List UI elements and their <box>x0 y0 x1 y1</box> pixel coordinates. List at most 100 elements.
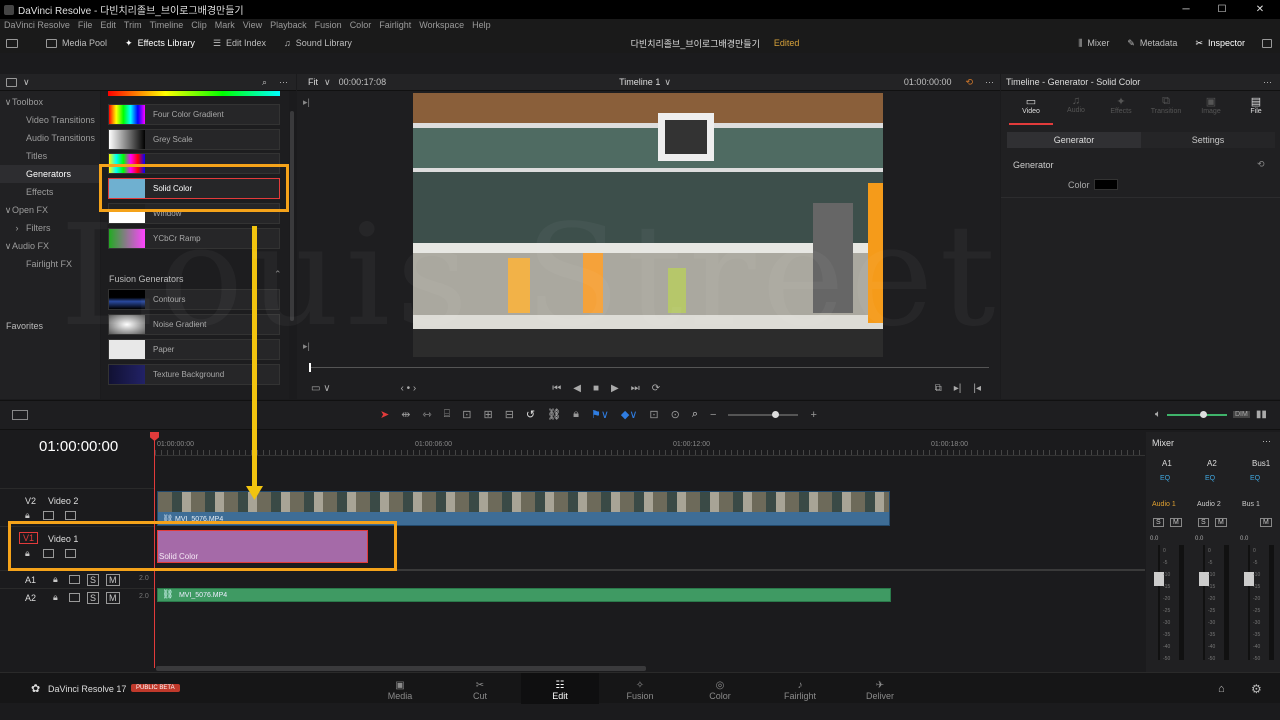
skip-forward-icon[interactable]: ⏭ <box>631 383 640 394</box>
volume-icon[interactable]: 🔈︎ <box>1155 409 1161 420</box>
loop-icon[interactable]: ⟳ <box>652 383 660 394</box>
tab-file[interactable]: ▤ File <box>1234 95 1278 125</box>
menu-fusion[interactable]: Fusion <box>315 20 342 30</box>
effects-scrollbar[interactable] <box>289 91 295 399</box>
zoom-out-icon[interactable]: − <box>710 409 716 421</box>
sidebar-item-filters[interactable]: › Filters <box>0 219 100 237</box>
solo-button[interactable]: S <box>1153 518 1164 527</box>
fader-track[interactable] <box>1158 545 1160 660</box>
solo-button[interactable]: S <box>1198 518 1209 527</box>
sidebar-item-fairlight-fx[interactable]: Fairlight FX <box>0 255 100 273</box>
menu-timeline[interactable]: Timeline <box>150 20 184 30</box>
prev-edit-icon[interactable]: |◂ <box>973 383 981 394</box>
stop-icon[interactable]: ■ <box>593 383 599 394</box>
link-icon[interactable]: ⛓ <box>547 408 561 421</box>
chevron-down-icon[interactable]: ∨ <box>23 77 30 88</box>
page-cut[interactable]: ✂ Cut <box>441 673 519 704</box>
menu-color[interactable]: Color <box>350 20 372 30</box>
more-options-icon[interactable]: ··· <box>1263 77 1272 87</box>
dim-button[interactable]: DIM <box>1233 411 1250 418</box>
marker-icon[interactable]: ◆∨ <box>621 408 638 421</box>
home-icon[interactable]: ⌂ <box>1218 683 1225 695</box>
mixer-button[interactable]: ⫼ Mixer <box>1069 33 1118 53</box>
fader-track[interactable] <box>1203 545 1205 660</box>
eq-button[interactable]: EQ <box>1250 475 1260 482</box>
timeline-view-icon[interactable] <box>12 410 28 420</box>
flag-icon[interactable]: ⚑∨ <box>591 408 609 421</box>
menu-view[interactable]: View <box>243 20 262 30</box>
audio-clip-a2[interactable]: ⛓ MVI_5076.MP4 <box>157 588 891 602</box>
menu-file[interactable]: File <box>78 20 93 30</box>
eq-button[interactable]: EQ <box>1160 475 1170 482</box>
generator-grey-scale[interactable]: Grey Scale <box>108 129 280 150</box>
page-deliver[interactable]: ✈ Deliver <box>841 673 919 704</box>
reset-icon[interactable]: ⟲ <box>1257 159 1265 170</box>
solo-button[interactable]: S <box>87 574 100 586</box>
more-options-icon[interactable]: ··· <box>1262 436 1271 446</box>
tab-audio[interactable]: ♫ Audio <box>1054 95 1098 125</box>
snapping-icon[interactable]: ↺ <box>526 408 535 421</box>
zoom-fit[interactable]: Fit <box>308 77 318 87</box>
fader-track[interactable] <box>1248 545 1250 660</box>
menu-playback[interactable]: Playback <box>270 20 307 30</box>
skip-back-icon[interactable]: ⏮ <box>552 383 561 394</box>
tab-transition[interactable]: ⧉ Transition <box>1144 95 1188 125</box>
dynamic-trim-icon[interactable]: ⇿ <box>422 408 431 421</box>
replace-icon[interactable]: ⊟ <box>505 408 514 421</box>
effects-library-button[interactable]: ✦ Effects Library <box>116 33 204 53</box>
color-swatch[interactable] <box>1094 179 1118 190</box>
monitor-icon[interactable] <box>65 511 76 520</box>
eq-button[interactable]: EQ <box>1205 475 1215 482</box>
tab-settings[interactable]: Settings <box>1141 132 1275 148</box>
page-fairlight[interactable]: ♪ Fairlight <box>761 673 839 704</box>
volume-slider[interactable] <box>1167 410 1227 418</box>
more-options-icon[interactable]: ··· <box>985 77 994 87</box>
loop-icon[interactable]: ⟲ <box>965 77 973 88</box>
viewer-scrubber[interactable] <box>309 363 989 372</box>
tab-effects[interactable]: ✦ Effects <box>1099 95 1143 125</box>
collapse-arrow-icon[interactable]: ⌃ <box>274 269 282 280</box>
overwrite-icon[interactable]: ⊞ <box>483 408 492 421</box>
sidebar-item-open-fx[interactable]: ∨ Open FX <box>0 201 100 219</box>
chevron-down-icon[interactable]: ∨ <box>664 77 671 88</box>
menu-mark[interactable]: Mark <box>215 20 235 30</box>
lock-icon[interactable]: 🔒︎ <box>53 574 58 585</box>
zoom-custom-icon[interactable]: ⌕ <box>692 408 698 421</box>
page-edit[interactable]: ☷ Edit <box>521 673 599 704</box>
auto-select-icon[interactable] <box>69 575 80 584</box>
zoom-full-icon[interactable]: ⊡ <box>649 408 658 421</box>
menu-fairlight[interactable]: Fairlight <box>379 20 411 30</box>
maximize-button[interactable]: ☐ <box>1204 4 1240 15</box>
lock-icon[interactable]: 🔒︎ <box>53 592 58 603</box>
menu-clip[interactable]: Clip <box>191 20 207 30</box>
settings-icon[interactable]: ⚙ <box>1251 682 1262 696</box>
pointer-icon[interactable]: ➤ <box>380 408 389 421</box>
mute-button[interactable]: M <box>1215 518 1227 527</box>
metadata-button[interactable]: ✎ Metadata <box>1118 33 1186 53</box>
match-frame-icon[interactable]: ⧉ <box>935 383 942 394</box>
auto-select-icon[interactable] <box>69 593 80 602</box>
sidebar-item-effects[interactable]: Effects <box>0 183 100 201</box>
sidebar-item-audio-fx[interactable]: ∨ Audio FX <box>0 237 100 255</box>
blade-icon[interactable]: ⌸ <box>444 408 451 421</box>
timeline-scrollbar[interactable] <box>156 666 646 671</box>
safe-area-icon[interactable]: ▭ ∨ <box>311 383 331 394</box>
generator-four-color-gradient[interactable]: Four Color Gradient <box>108 104 280 125</box>
sound-library-button[interactable]: ♫ Sound Library <box>275 33 361 53</box>
sidebar-item-generators[interactable]: Generators <box>0 165 100 183</box>
collapse-icon[interactable] <box>1254 33 1280 53</box>
sidebar-item-titles[interactable]: Titles <box>0 147 100 165</box>
mute-button[interactable]: M <box>106 592 120 604</box>
page-media[interactable]: ▣ Media <box>361 673 439 704</box>
page-fusion[interactable]: ✧ Fusion <box>601 673 679 704</box>
solo-button[interactable]: S <box>87 592 100 604</box>
menu-trim[interactable]: Trim <box>124 20 142 30</box>
lock-icon[interactable]: 🔒︎ <box>25 510 30 521</box>
sidebar-item-video-transitions[interactable]: Video Transitions <box>0 111 100 129</box>
mute-button[interactable]: M <box>106 574 120 586</box>
auto-select-icon[interactable] <box>43 511 54 520</box>
zoom-in-icon[interactable]: + <box>810 409 816 421</box>
trim-icon[interactable]: ⇹ <box>401 408 410 421</box>
timeline-ruler[interactable]: 01:00:00:00 01:00:06:00 01:00:12:00 01:00:1… <box>155 432 1145 456</box>
zoom-detail-icon[interactable]: ⊙ <box>671 408 680 421</box>
